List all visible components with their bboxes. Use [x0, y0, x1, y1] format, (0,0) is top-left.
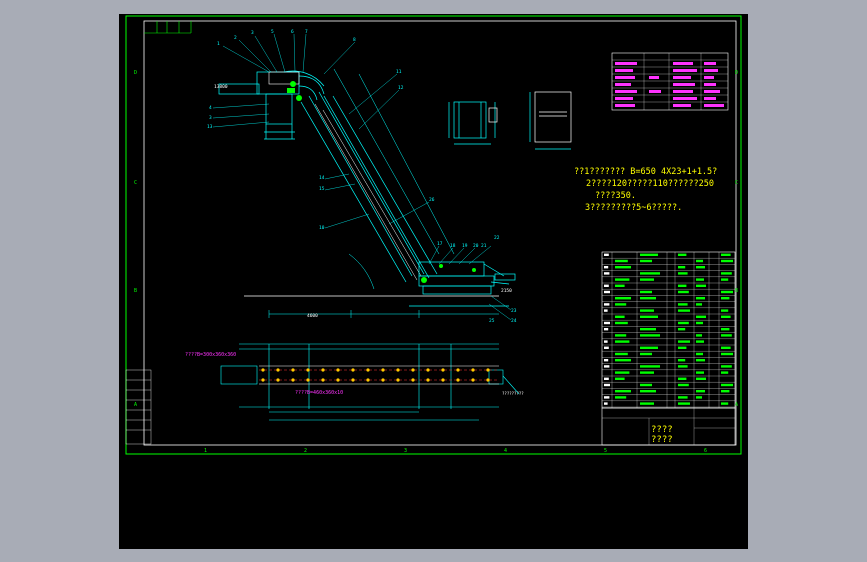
svg-text:3: 3	[209, 115, 212, 121]
svg-text:2: 2	[304, 448, 307, 454]
dim-base: 4600	[307, 313, 318, 319]
svg-text:2: 2	[234, 35, 237, 41]
svg-text:B: B	[134, 288, 137, 294]
svg-text:19: 19	[462, 243, 468, 249]
svg-text:17: 17	[437, 241, 443, 247]
svg-text:6: 6	[704, 448, 707, 454]
dim-height: 13800	[214, 84, 228, 90]
revision-table	[125, 369, 152, 445]
svg-text:11: 11	[396, 69, 402, 75]
svg-text:D: D	[735, 70, 738, 76]
plan-label-left: ????B=300x360x360	[185, 352, 236, 358]
corner-marks	[144, 21, 192, 34]
svg-text:1: 1	[204, 448, 207, 454]
svg-text:13: 13	[207, 124, 213, 130]
svg-text:5: 5	[604, 448, 607, 454]
top-right-table	[611, 52, 729, 111]
plan-label-center: ????B=460x360x10	[295, 390, 343, 396]
svg-text:7: 7	[305, 29, 308, 35]
svg-text:15: 15	[319, 186, 325, 192]
svg-text:4: 4	[504, 448, 507, 454]
svg-text:22: 22	[494, 235, 500, 241]
svg-text:25: 25	[489, 318, 495, 324]
svg-text:3: 3	[404, 448, 407, 454]
plan-view: ????B=300x360x360 ????B=460x360x10 ?????…	[185, 343, 524, 421]
inner-frame	[143, 20, 737, 446]
svg-text:A: A	[735, 402, 738, 408]
svg-text:20: 20	[473, 243, 479, 249]
svg-text:A: A	[134, 402, 137, 408]
svg-text:12: 12	[398, 85, 404, 91]
cad-drawing: D C B A D C B A 1 2 3 4 5 6 1 2 3 5 6 7 …	[125, 15, 742, 455]
svg-text:C: C	[134, 180, 137, 186]
svg-text:5: 5	[271, 29, 274, 35]
svg-text:10: 10	[319, 225, 325, 231]
svg-text:24: 24	[511, 318, 517, 324]
svg-text:3: 3	[251, 30, 254, 36]
svg-text:C: C	[735, 180, 738, 186]
svg-text:14: 14	[319, 175, 325, 181]
note-line-1: ??1??????? B=650 4X23+1+1.5?	[574, 167, 717, 177]
dim-right: 2150	[501, 288, 512, 294]
svg-text:1: 1	[217, 41, 220, 47]
zone-letters-right: D C B A	[735, 70, 738, 408]
svg-text:6: 6	[291, 29, 294, 35]
svg-text:23: 23	[511, 308, 517, 314]
svg-text:21: 21	[481, 243, 487, 249]
chain-line	[259, 369, 499, 381]
svg-text:D: D	[134, 70, 137, 76]
note-line-3: ????350.	[595, 191, 636, 201]
note-line-2: 2????120?????110??????250	[586, 179, 714, 189]
technical-notes: ??1??????? B=650 4X23+1+1.5? 2????120???…	[574, 167, 717, 213]
side-view: 1 2 3 5 6 7 8 11 12 4 3 13 14 15 10 26 1…	[207, 29, 517, 324]
svg-text:4: 4	[209, 105, 212, 111]
note-line-4: 3?????????5~6?????.	[585, 203, 682, 213]
zone-letters-left: D C B A	[134, 70, 137, 408]
title-block: ???? ????	[601, 407, 736, 446]
section-details	[448, 91, 572, 150]
svg-text:18: 18	[450, 243, 456, 249]
plan-label-right: ?????????	[502, 391, 524, 396]
drawing-viewport[interactable]: D C B A D C B A 1 2 3 4 5 6 1 2 3 5 6 7 …	[119, 14, 748, 549]
title-mark: ????	[651, 425, 673, 435]
callout-numbers: 1 2 3 5 6 7 8 11 12 4 3 13 14 15 10 26 1…	[207, 29, 517, 324]
parts-list-table	[601, 251, 736, 409]
title-mark-2: ????	[651, 435, 673, 445]
svg-text:8: 8	[353, 37, 356, 43]
zone-numbers-bottom: 1 2 3 4 5 6	[204, 448, 707, 454]
svg-text:26: 26	[429, 197, 435, 203]
svg-text:B: B	[735, 288, 738, 294]
